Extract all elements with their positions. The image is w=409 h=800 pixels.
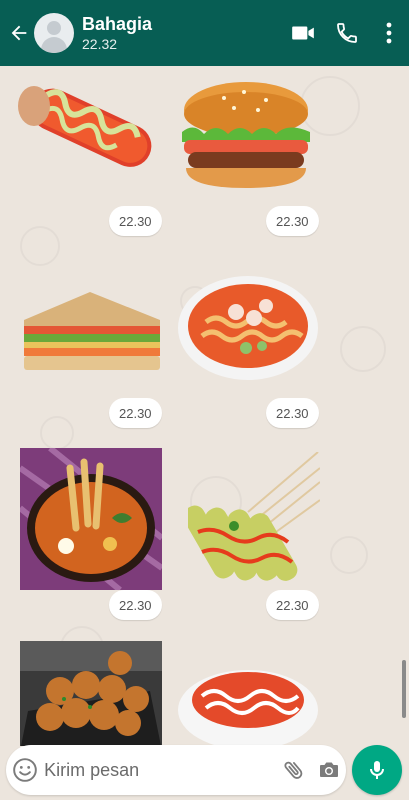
more-vertical-icon (386, 22, 392, 44)
voice-record-button[interactable] (352, 745, 402, 795)
chicken-feet-soup-sticker[interactable] (18, 445, 164, 593)
skewers-image (183, 451, 321, 581)
last-seen: 22.32 (82, 36, 118, 52)
message-time: 22.30 (109, 398, 162, 428)
video-call-icon (292, 26, 314, 40)
message-time: 22.30 (266, 398, 319, 428)
sandwich-image (24, 292, 160, 370)
message-time: 22.30 (266, 206, 319, 236)
back-arrow-icon (11, 25, 27, 41)
voice-call-button[interactable] (325, 0, 369, 66)
camera-button[interactable] (311, 745, 346, 795)
message-time: 22.30 (266, 590, 319, 620)
fried-chicken-balls-image (20, 641, 162, 746)
noodle-soup-image (178, 276, 318, 380)
emoji-button[interactable] (6, 745, 44, 795)
noodle-soup-sticker[interactable] (176, 272, 320, 384)
mic-icon (370, 761, 384, 779)
message-composer (6, 745, 346, 795)
chat-header: Bahagia 22.32 (0, 0, 409, 66)
message-input[interactable] (44, 759, 277, 781)
message-time: 22.30 (109, 206, 162, 236)
attach-icon (284, 761, 302, 779)
sandwich-sticker[interactable] (20, 286, 164, 376)
chicken-feet-soup-image (18, 445, 164, 593)
contact-info[interactable]: Bahagia 22.32 (82, 13, 281, 53)
attach-button[interactable] (276, 745, 311, 795)
dessert-plate-sticker[interactable] (176, 660, 320, 746)
back-button[interactable] (4, 0, 34, 66)
voice-call-icon (337, 23, 357, 43)
emoji-icon (13, 758, 37, 782)
contact-name: Bahagia (82, 14, 153, 34)
chat-area[interactable]: 22.30 22.30 22.30 22.30 22.30 22.30 (0, 66, 409, 746)
camera-icon (319, 762, 338, 777)
message-time: 22.30 (109, 590, 162, 620)
burger-sticker[interactable] (174, 80, 318, 192)
skewers-sticker[interactable] (183, 451, 321, 592)
burger-image (182, 82, 310, 188)
more-options-button[interactable] (369, 0, 409, 66)
avatar[interactable] (34, 13, 74, 53)
fried-chicken-balls-sticker[interactable] (20, 641, 162, 746)
corn-dog-sticker[interactable] (18, 66, 162, 186)
dessert-plate-image (178, 670, 318, 746)
video-call-button[interactable] (281, 0, 325, 66)
corn-dog-image (18, 86, 152, 167)
scrollbar-thumb[interactable] (402, 660, 406, 718)
